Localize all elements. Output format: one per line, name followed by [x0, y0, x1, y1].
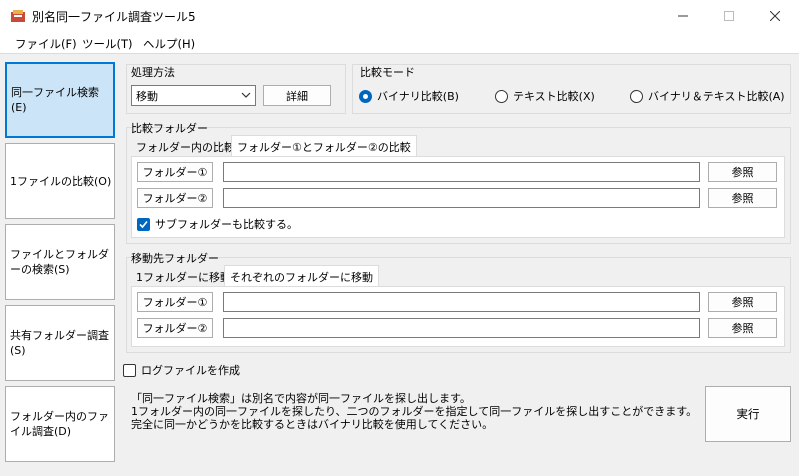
tab-single-folder-move[interactable]: 1フォルダーに移動: [131, 267, 236, 287]
menu-tool[interactable]: ツール(T): [82, 36, 133, 52]
compare-folder-label: 比較フォルダー: [131, 122, 208, 135]
checkbox-box: [137, 217, 150, 231]
dest-folder1-browse-button[interactable]: 参照: [708, 292, 777, 312]
radio-label: バイナリ比較(B): [377, 90, 459, 103]
compare-folder2-browse-button[interactable]: 参照: [708, 188, 777, 208]
dest-folder1-input[interactable]: [223, 292, 700, 312]
radio-label: テキスト比較(X): [513, 90, 595, 103]
sidebar-item-folder-file-survey[interactable]: フォルダー内のファイル調査(D): [5, 386, 115, 462]
dest-folder2-browse-button[interactable]: 参照: [708, 318, 777, 338]
radio-circle: [359, 89, 372, 103]
sidebar-item-label: ファイルとフォルダーの検索(S): [10, 248, 109, 276]
minimize-button[interactable]: [660, 0, 706, 32]
log-label: ログファイルを作成: [141, 364, 240, 377]
description-line: 完全に同一かどうかを比較するときはバイナリ比較を使用してください。: [131, 418, 494, 431]
detail-button[interactable]: 詳細: [263, 85, 331, 106]
sidebar-item-one-file-compare[interactable]: 1ファイルの比較(O): [5, 143, 115, 219]
dest-folder1-button[interactable]: フォルダー①: [137, 292, 213, 312]
close-button[interactable]: [752, 0, 798, 32]
radio-circle: [630, 89, 643, 103]
radio-binary-text-compare[interactable]: バイナリ＆テキスト比較(A): [630, 88, 785, 104]
subfolder-label: サブフォルダーも比較する。: [155, 218, 298, 231]
chevron-down-icon: [241, 92, 251, 98]
dest-folder2-input[interactable]: [223, 318, 700, 338]
window-title: 別名同一ファイル調査ツール5: [32, 10, 196, 24]
tab-each-folder-move[interactable]: それぞれのフォルダーに移動: [224, 265, 379, 287]
sidebar-item-file-folder-search[interactable]: ファイルとフォルダーの検索(S): [5, 224, 115, 300]
sidebar-item-label: 1ファイルの比較(O): [10, 174, 112, 188]
dest-folder-label: 移動先フォルダー: [131, 252, 219, 265]
compare-folder1-input[interactable]: [223, 162, 700, 182]
menu-bar: ファイル(F) ツール(T) ヘルプ(H): [0, 32, 799, 54]
subfolder-checkbox[interactable]: サブフォルダーも比較する。: [137, 216, 298, 232]
menu-file[interactable]: ファイル(F): [15, 36, 77, 52]
checkbox-box: [123, 363, 136, 377]
compare-folder1-button[interactable]: フォルダー①: [137, 162, 213, 182]
compare-mode-label: 比較モード: [360, 66, 415, 79]
sidebar-item-label: 同一ファイル検索(E): [11, 86, 99, 114]
sidebar-item-label: フォルダー内のファイル調査(D): [10, 410, 109, 438]
compare-folder2-button[interactable]: フォルダー②: [137, 188, 213, 208]
processing-label: 処理方法: [131, 66, 175, 79]
radio-label: バイナリ＆テキスト比較(A): [648, 90, 785, 103]
tab-folder1-folder2-compare[interactable]: フォルダー①とフォルダー②の比較: [231, 135, 417, 157]
maximize-button[interactable]: [706, 0, 752, 32]
radio-binary-compare[interactable]: バイナリ比較(B): [359, 88, 459, 104]
description-text: 「同一ファイル検索」は別名で内容が同一ファイルを探し出します。 1フォルダー内の…: [131, 392, 697, 431]
compare-folder2-input[interactable]: [223, 188, 700, 208]
app-icon: [11, 10, 25, 22]
processing-value: 移動: [136, 89, 158, 103]
execute-button[interactable]: 実行: [705, 386, 791, 442]
description-line: 「同一ファイル検索」は別名で内容が同一ファイルを探し出します。: [131, 392, 471, 405]
radio-circle: [495, 89, 508, 103]
sidebar-item-label: 共有フォルダー調査(S): [10, 329, 109, 357]
check-icon: [139, 220, 148, 228]
menu-help[interactable]: ヘルプ(H): [143, 36, 195, 52]
sidebar-item-same-file-search[interactable]: 同一ファイル検索(E): [5, 62, 115, 138]
radio-text-compare[interactable]: テキスト比較(X): [495, 88, 595, 104]
sidebar-item-shared-folder[interactable]: 共有フォルダー調査(S): [5, 305, 115, 381]
tab-folder-internal-compare[interactable]: フォルダー内の比較: [131, 137, 240, 157]
log-checkbox[interactable]: ログファイルを作成: [123, 362, 240, 378]
compare-folder1-browse-button[interactable]: 参照: [708, 162, 777, 182]
close-icon: [770, 11, 780, 21]
title-bar: 別名同一ファイル調査ツール5: [0, 0, 799, 32]
dest-folder2-button[interactable]: フォルダー②: [137, 318, 213, 338]
processing-select[interactable]: 移動: [131, 85, 256, 106]
description-line: 1フォルダー内の同一ファイルを探したり、二つのフォルダーを指定して同一ファイルを…: [131, 405, 698, 418]
